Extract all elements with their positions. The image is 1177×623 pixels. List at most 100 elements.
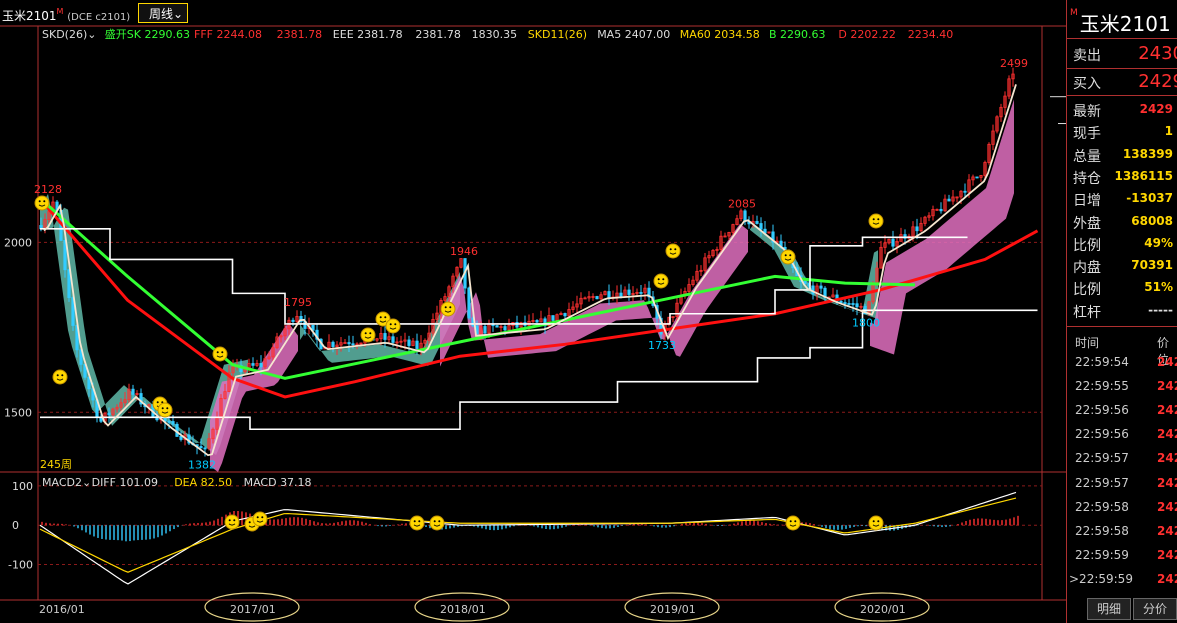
indicator-legend-item: EEE 2381.78 [333, 28, 403, 41]
quote-value: 2429 [1138, 71, 1177, 92]
macd-tick-label: -100 [8, 559, 33, 572]
candle-body [855, 303, 859, 308]
candle-body [167, 421, 171, 423]
macd-tick-label: 0 [12, 519, 19, 532]
candle-body [963, 190, 967, 193]
smiley-signal-icon [653, 273, 669, 289]
indicator-legend-item: 2381.78 [277, 28, 323, 41]
candle-body [535, 320, 539, 323]
quote-row: 比例 49% [1067, 232, 1177, 254]
tick-row: 22:59:58 242 [1067, 520, 1177, 544]
tick-row: 22:59:54 242 [1067, 351, 1177, 375]
macd-legend-item: DIFF 101.09 [92, 476, 158, 489]
quote-label: 买入 [1073, 76, 1101, 92]
tick-row: >22:59:59 242 [1067, 568, 1177, 592]
quote-value: 2430 [1138, 43, 1177, 64]
smiley-signal-icon [224, 514, 240, 530]
tab-price-distribution-label: 分价 [1142, 602, 1167, 616]
x-tick-label: 2018/01 [440, 603, 486, 616]
price-annotation: 2085 [728, 198, 756, 211]
tick-price: 242 [1157, 571, 1177, 586]
tick-row: 22:59:57 242 [1067, 472, 1177, 496]
candle-body [551, 315, 555, 321]
candle-body [915, 226, 919, 232]
kline-chart[interactable]: 200015001000-1002016/01 2017/01 2018/01 201… [0, 0, 1066, 623]
candle-body [759, 223, 763, 230]
quote-row: 日增 -13037 [1067, 187, 1177, 209]
candle-body [563, 313, 567, 317]
quote-divider [1067, 95, 1177, 96]
indicator-legend-item: MA5 2407.00 [597, 28, 670, 41]
quote-label: 日增 [1073, 193, 1101, 210]
macd-legend-item: MACD 37.18 [244, 476, 312, 489]
tick-row: 22:59:56 242 [1067, 423, 1177, 447]
indicator-legend-item: 1830.35 [472, 28, 517, 41]
candle-body [847, 303, 851, 305]
candle-body [595, 296, 599, 300]
candle-body [851, 303, 855, 305]
period-label: 周线 [149, 7, 174, 21]
tick-row: 22:59:58 242 [1067, 496, 1177, 520]
smiley-signal-icon [780, 249, 796, 265]
quote-label: 杠杆 [1073, 304, 1101, 321]
indicator-legend-item: D 2202.22 [838, 28, 895, 41]
quote-divider [1067, 68, 1177, 69]
candle-body [467, 287, 471, 319]
quote-row: 持仓 1386115 [1067, 165, 1177, 187]
tick-row: 22:59:55 242 [1067, 375, 1177, 399]
period-selector[interactable]: 周线⌄ [138, 3, 188, 23]
candle-body [199, 446, 203, 449]
tick-price: 242 [1157, 451, 1177, 466]
indicator-legend-item: 2234.40 [908, 28, 954, 41]
tick-price: 242 [1157, 379, 1177, 394]
indicator-legend-item: SKD(26)⌄ [42, 28, 96, 41]
candle-body [503, 326, 507, 331]
tick-time: 22:59:56 [1075, 427, 1129, 442]
tick-price: 242 [1157, 547, 1177, 562]
quote-value: 49% [1144, 235, 1173, 250]
tab-price-distribution[interactable]: 分价 [1133, 598, 1177, 620]
tick-header-time: 时间 [1075, 336, 1100, 350]
candle-body [891, 238, 895, 247]
quote-value: 2429 [1139, 102, 1173, 116]
quote-value: 51% [1144, 280, 1173, 295]
sidebar-title: M 玉米2101 [1070, 8, 1171, 37]
tick-price: 242 [1157, 475, 1177, 490]
quote-label: 比例 [1073, 282, 1101, 299]
smiley-signal-icon [868, 213, 884, 229]
candle-body [639, 292, 643, 294]
quote-value: -13037 [1126, 191, 1173, 206]
tick-price: 242 [1157, 355, 1177, 369]
smiley-signal-icon [868, 515, 884, 531]
candle-body [619, 292, 623, 298]
candle-body [839, 300, 843, 303]
sidebar-instrument-name: 玉米2101 [1079, 12, 1171, 36]
instrument-name: 玉米2101 [2, 9, 57, 23]
indicator-legend-item: B 2290.63 [769, 28, 826, 41]
price-annotation: 1946 [450, 245, 478, 258]
candle-body [179, 436, 183, 440]
indicator-legend-item: 2381.78 [415, 28, 461, 41]
main-contract-marker: M [56, 7, 64, 16]
tick-time: 22:59:58 [1075, 523, 1129, 538]
price-tick-label: 2000 [4, 236, 32, 249]
quote-label: 外盘 [1073, 215, 1101, 232]
candle-body [627, 289, 631, 295]
instrument-title: 玉米2101M (DCE c2101) [2, 7, 130, 24]
quote-label: 最新 [1073, 104, 1101, 120]
indicator-legend-item: SKD11(26) [528, 28, 587, 41]
candle-body [843, 302, 847, 304]
quote-value: 68008 [1131, 213, 1173, 228]
smiley-signal-icon [785, 515, 801, 531]
candle-body [407, 339, 411, 346]
smiley-signal-icon [252, 511, 268, 527]
price-annotation: 1795 [284, 296, 312, 309]
candle-body [383, 333, 387, 340]
candle-body [819, 285, 823, 289]
smiley-signal-icon [157, 402, 173, 418]
tick-time: 22:59:58 [1075, 499, 1129, 514]
tab-details[interactable]: 明细 [1087, 598, 1131, 620]
quote-row: 卖出 2430 [1067, 42, 1177, 64]
candle-body [203, 447, 207, 450]
smiley-signal-icon [440, 301, 456, 317]
